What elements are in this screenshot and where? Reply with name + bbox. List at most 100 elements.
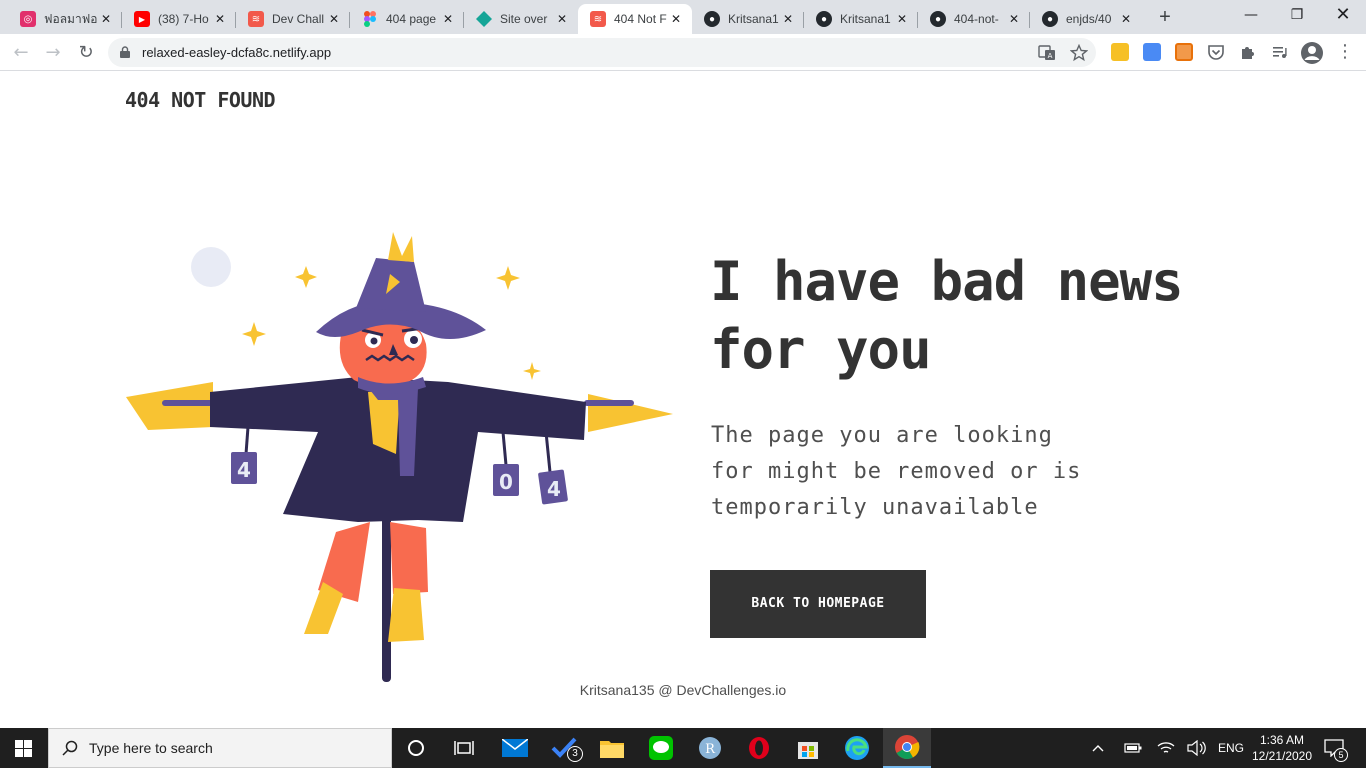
taskbar-clock[interactable]: 1:36 AM 12/21/2020 (1250, 732, 1314, 764)
line-icon (649, 736, 673, 760)
description-line-3: temporarily unavailable (711, 495, 1039, 520)
pocket-icon[interactable] (1207, 43, 1225, 61)
tab-instagram[interactable]: ◎ ฟอลมาฟอล ✕ (8, 4, 122, 34)
github-icon: ● (816, 11, 832, 27)
error-description: The page you are looking for might be re… (711, 418, 1111, 526)
extension-orange-icon[interactable] (1175, 43, 1193, 61)
translate-icon[interactable]: A (1038, 44, 1056, 62)
close-window-button[interactable]: ✕ (1320, 0, 1366, 32)
close-tab-icon[interactable]: ✕ (98, 12, 114, 26)
github-icon: ● (930, 11, 946, 27)
tab-github-4[interactable]: ● enjds/40 ✕ (1030, 4, 1142, 34)
svg-text:R: R (705, 742, 716, 757)
back-to-homepage-button[interactable]: BACK TO HOMEPAGE (710, 570, 926, 638)
close-tab-icon[interactable]: ✕ (894, 12, 910, 26)
page-viewport: 404 NOT FOUND 4 0 4 I have bad news for … (0, 72, 1366, 728)
opera-app-button[interactable] (735, 728, 783, 768)
tab-label: ฟอลมาฟอล (44, 11, 98, 26)
line-app-button[interactable] (637, 728, 685, 768)
footer-credit: Kritsana135 @ DevChallenges.io (579, 682, 787, 698)
tab-figma[interactable]: 404 page ✕ (350, 4, 464, 34)
devchallenges-icon: ≋ (248, 11, 264, 27)
edge-app-button[interactable] (833, 728, 881, 768)
volume-button[interactable] (1187, 728, 1207, 768)
search-placeholder: Type here to search (89, 740, 213, 756)
tab-github-1[interactable]: ● Kritsana1 ✕ (692, 4, 804, 34)
back-button[interactable]: ← (8, 40, 34, 66)
github-icon: ● (704, 11, 720, 27)
reload-button[interactable]: ↻ (73, 40, 99, 66)
cortana-icon (408, 740, 424, 756)
address-bar[interactable]: relaxed-easley-dcfa8c.netlify.app A (108, 38, 1096, 67)
taskbar-search-box[interactable]: Type here to search (48, 728, 392, 768)
notification-count: 5 (1334, 748, 1348, 762)
clock-date: 12/21/2020 (1251, 749, 1313, 763)
speaker-icon (1187, 740, 1206, 756)
windows-taskbar: Type here to search 3 R ENG 1:36 AM 12/2… (0, 728, 1366, 768)
close-tab-icon[interactable]: ✕ (326, 12, 342, 26)
extension-notes-icon[interactable] (1111, 43, 1129, 61)
folder-icon (600, 741, 624, 758)
tab-strip: ◎ ฟอลมาฟอล ✕ ▶ (38) 7-Ho ✕ ≋ Dev Chall ✕… (0, 0, 1366, 34)
minimize-button[interactable]: — (1228, 0, 1274, 32)
restore-button[interactable]: ❐ (1274, 0, 1320, 32)
windows-logo-icon (15, 740, 32, 757)
chrome-app-button[interactable] (883, 728, 931, 768)
close-tab-icon[interactable]: ✕ (1006, 12, 1022, 26)
forward-button[interactable]: → (40, 40, 66, 66)
tab-github-2[interactable]: ● Kritsana1 ✕ (804, 4, 918, 34)
r-app-button[interactable]: R (686, 728, 734, 768)
store-app-button[interactable] (784, 728, 832, 768)
tab-netlify[interactable]: Site over ✕ (464, 4, 578, 34)
youtube-icon: ▶ (134, 11, 150, 27)
tab-label: enjds/40 (1066, 12, 1112, 26)
search-icon (62, 740, 78, 756)
battery-button[interactable] (1124, 728, 1142, 768)
tab-devchallenges[interactable]: ≋ Dev Chall ✕ (236, 4, 350, 34)
can-label: 4 (237, 458, 251, 482)
tab-github-3[interactable]: ● 404-not- ✕ (918, 4, 1030, 34)
close-tab-icon[interactable]: ✕ (780, 12, 796, 26)
svg-text:A: A (1048, 52, 1053, 60)
cortana-button[interactable] (392, 728, 440, 768)
description-line-1: The page you are looking (711, 423, 1053, 448)
site-logo[interactable]: 404 NOT FOUND (125, 88, 276, 112)
profile-avatar-icon[interactable] (1300, 41, 1324, 65)
close-tab-icon[interactable]: ✕ (668, 12, 684, 26)
file-explorer-button[interactable] (588, 728, 636, 768)
tab-youtube[interactable]: ▶ (38) 7-Ho ✕ (122, 4, 236, 34)
close-tab-icon[interactable]: ✕ (212, 12, 228, 26)
close-tab-icon[interactable]: ✕ (440, 12, 456, 26)
opera-icon (749, 737, 769, 759)
wifi-button[interactable] (1157, 728, 1175, 768)
media-control-icon[interactable] (1271, 43, 1289, 61)
figma-icon (362, 11, 378, 27)
browser-toolbar: ← → ↻ relaxed-easley-dcfa8c.netlify.app … (0, 34, 1366, 71)
github-icon: ● (1042, 11, 1058, 27)
tab-label: (38) 7-Ho (158, 12, 209, 26)
tab-label: Kritsana1 (728, 12, 779, 26)
tab-label: Kritsana1 (840, 12, 891, 26)
close-tab-icon[interactable]: ✕ (554, 12, 570, 26)
task-view-icon (454, 741, 474, 755)
close-tab-icon[interactable]: ✕ (1118, 12, 1134, 26)
input-language-indicator[interactable]: ENG (1218, 728, 1244, 768)
description-line-2: for might be removed or is (711, 459, 1082, 484)
chrome-menu-icon[interactable]: ⋮ (1332, 39, 1358, 65)
google-translate-extension-icon[interactable] (1143, 43, 1161, 61)
action-center-button[interactable]: 5 (1324, 728, 1348, 768)
extensions-puzzle-icon[interactable] (1239, 43, 1257, 61)
scarecrow-illustration: 4 0 4 (126, 232, 673, 682)
tab-404-active[interactable]: ≋ 404 Not F ✕ (578, 4, 692, 34)
edge-icon (845, 736, 869, 760)
mail-icon (502, 739, 528, 757)
mail-app-button[interactable] (491, 728, 539, 768)
new-tab-button[interactable]: + (1153, 6, 1177, 30)
bookmark-star-icon[interactable] (1070, 44, 1088, 62)
show-hidden-icons-button[interactable] (1092, 728, 1108, 768)
tab-label: Dev Chall (272, 12, 325, 26)
devchallenges-icon: ≋ (590, 11, 606, 27)
task-view-button[interactable] (440, 728, 488, 768)
start-button[interactable] (0, 728, 48, 768)
todo-app-button[interactable]: 3 (540, 728, 588, 768)
